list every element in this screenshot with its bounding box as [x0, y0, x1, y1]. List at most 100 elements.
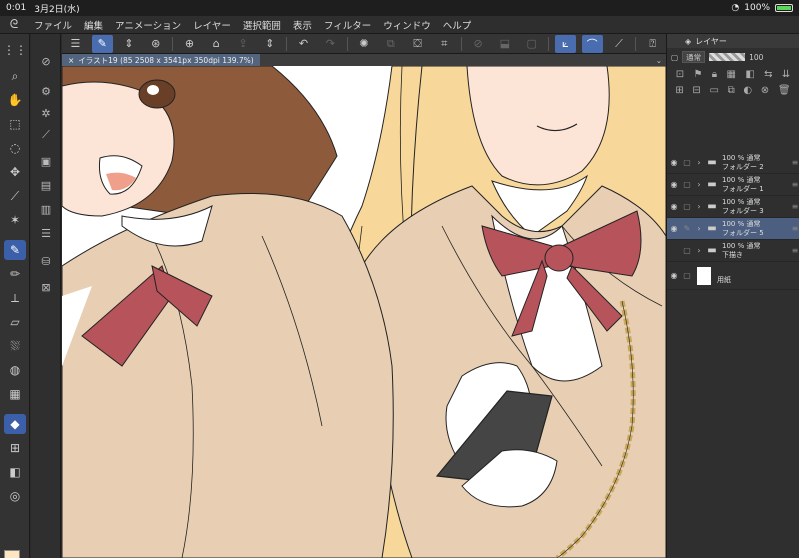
new-vector-layer-icon[interactable]: ⊟ [692, 85, 700, 96]
pattern-icon[interactable]: ▦ [4, 384, 26, 404]
selection-icon[interactable]: ▢ [521, 35, 542, 53]
brush-stroke-icon[interactable]: ⌒ [581, 34, 603, 53]
chevron-right-icon[interactable]: › [693, 180, 705, 189]
redo-icon[interactable]: ↷ [320, 35, 341, 53]
straight-line-icon[interactable]: ⟋ [609, 35, 630, 53]
subtool-list-icon[interactable]: ☰ [36, 224, 56, 242]
checkbox-icon[interactable]: ▢ [681, 202, 693, 211]
checkbox-icon[interactable]: ▢ [681, 158, 693, 167]
copy-icon[interactable]: ⧉ [380, 35, 401, 53]
drawing-canvas[interactable] [62, 66, 666, 558]
eye-icon[interactable]: ◉ [667, 271, 681, 280]
airbrush-icon[interactable]: ⛆ [4, 336, 26, 356]
reference-icon[interactable]: ⚑ [693, 69, 702, 80]
eye-icon[interactable]: ◉ [667, 224, 681, 233]
open-folder-icon[interactable]: ⌂ [206, 35, 227, 53]
pen-edit-icon[interactable]: ✎ [681, 224, 693, 233]
gradient-icon[interactable]: ◧ [4, 462, 26, 482]
fill-bucket-icon[interactable]: ⛋ [407, 35, 428, 53]
menu-layer[interactable]: レイヤー [187, 18, 237, 32]
lasso-icon[interactable]: ◌ [4, 138, 26, 158]
pen-icon[interactable]: ✎ [4, 240, 26, 260]
pencil-icon[interactable]: ✏ [4, 264, 26, 284]
eye-icon[interactable]: ◉ [667, 202, 681, 211]
deselect-icon[interactable]: ⊘ [468, 35, 489, 53]
drag-handle-icon[interactable]: ≡ [790, 180, 799, 189]
layer-row-folder-5[interactable]: ◉ ✎ › ▬ 100 % 通常 フォルダー 5 ≡ [667, 218, 799, 240]
menu-help[interactable]: ヘルプ [437, 18, 478, 32]
undo-icon[interactable]: ↶ [293, 35, 314, 53]
move-icon[interactable]: ✥ [4, 162, 26, 182]
eyedropper-icon[interactable]: ⟋ [4, 186, 26, 206]
edit-tool-icon[interactable]: ✎ [91, 34, 113, 53]
ruler-icon[interactable]: ⟀ [554, 34, 576, 53]
blend-toggle-icon[interactable]: ▢ [671, 53, 678, 62]
subtool-material-icon[interactable]: ⛁ [36, 252, 56, 270]
menu-file[interactable]: ファイル [28, 18, 78, 32]
layer-row-folder-1[interactable]: ◉ ▢ › ▬ 100 % 通常 フォルダー 1 ≡ [667, 174, 799, 196]
layer-row-folder-2[interactable]: ◉ ▢ › ▬ 100 % 通常 フォルダー 2 ≡ [667, 152, 799, 174]
brush-icon[interactable]: ⟂ [4, 288, 26, 308]
main-color-swatch[interactable] [4, 550, 20, 558]
layer-row-sketch[interactable]: ▢ › ▬ 100 % 通常 下描き ≡ [667, 240, 799, 262]
mask-icon[interactable]: ◧ [745, 69, 754, 80]
sparkle-icon[interactable]: ✶ [4, 210, 26, 230]
subtool-brush-icon[interactable]: ⟋ [36, 126, 56, 144]
subtool-settings-icon[interactable]: ⚙ [36, 82, 56, 100]
collapse-icon[interactable]: ⋮⋮ [3, 40, 27, 60]
checkbox-icon[interactable]: ▢ [681, 246, 693, 255]
select-icon[interactable]: ⬚ [4, 114, 26, 134]
chevron-down-icon[interactable]: ⌄ [656, 56, 662, 65]
eye-icon[interactable]: ◉ [667, 180, 681, 189]
menu-animation[interactable]: アニメーション [109, 18, 187, 32]
layer-row-paper[interactable]: ◉ ▢ 用紙 [667, 262, 799, 290]
lock-icon[interactable]: 🔒︎ [712, 69, 717, 80]
zoom-icon[interactable]: ⌕ [4, 66, 26, 86]
drag-handle-icon[interactable]: ≡ [790, 202, 799, 211]
checkbox-icon[interactable]: ▢ [681, 271, 693, 280]
close-tab-icon[interactable]: × [68, 56, 74, 65]
hand-icon[interactable]: ✋ [4, 90, 26, 110]
subtool-gear-icon[interactable]: ✲ [36, 104, 56, 122]
blend-mode-select[interactable]: 通常 [682, 51, 706, 63]
new-folder-icon[interactable]: ▭ [709, 85, 718, 96]
chevron-right-icon[interactable]: › [693, 224, 705, 233]
layer-row-folder-3[interactable]: ◉ ▢ › ▬ 100 % 通常 フォルダー 3 ≡ [667, 196, 799, 218]
subtool-close-icon[interactable]: ⊠ [36, 278, 56, 296]
subtool-pen-icon[interactable]: ⊘ [36, 52, 56, 70]
menu-window[interactable]: ウィンドウ [377, 18, 437, 32]
checkbox-icon[interactable]: ▢ [681, 180, 693, 189]
drag-handle-icon[interactable]: ≡ [790, 158, 799, 167]
menu-edit[interactable]: 編集 [78, 18, 109, 32]
save-icon[interactable]: ⇪ [233, 35, 254, 53]
chevron-right-icon[interactable]: › [693, 246, 705, 255]
mask-layer-icon[interactable]: ◐ [743, 85, 752, 96]
lock-alpha-icon[interactable]: ▦ [727, 69, 736, 80]
blend-icon[interactable]: ◍ [4, 360, 26, 380]
subtool-layer-icon[interactable]: ▣ [36, 152, 56, 170]
clip-icon[interactable]: ⊡ [676, 69, 684, 80]
menu-toggle-icon[interactable]: ☰ [65, 35, 86, 53]
eye-icon[interactable]: ◉ [667, 158, 681, 167]
loading-icon[interactable]: ✺ [354, 35, 375, 53]
drag-handle-icon[interactable]: ≡ [790, 224, 799, 233]
transform-icon[interactable]: ⌗ [434, 35, 455, 53]
menu-selection[interactable]: 選択範囲 [237, 18, 287, 32]
opacity-slider[interactable] [709, 53, 746, 61]
chevron-right-icon[interactable]: › [693, 158, 705, 167]
drag-handle-icon[interactable]: ≡ [790, 246, 799, 255]
menu-view[interactable]: 表示 [287, 18, 318, 32]
sync-icon[interactable]: ⊛ [145, 35, 166, 53]
new-raster-layer-icon[interactable]: ⊞ [675, 85, 683, 96]
invert-icon[interactable]: ⬓ [494, 35, 515, 53]
transfer-icon[interactable]: ⇆ [764, 69, 772, 80]
stepper2-icon[interactable]: ⇕ [259, 35, 280, 53]
subtool-navigator-icon[interactable]: ▤ [36, 176, 56, 194]
subtool-panel-icon[interactable]: ▥ [36, 200, 56, 218]
spiral-icon[interactable]: ◎ [4, 486, 26, 506]
opacity-value[interactable]: 100 [749, 53, 763, 62]
document-tab[interactable]: × イラスト19 (85 2508 x 3541px 350dpi 139.7%… [62, 54, 260, 66]
chevron-right-icon[interactable]: › [693, 202, 705, 211]
app-logo-icon[interactable]: ᘓ [0, 17, 28, 32]
new-icon[interactable]: ⊕ [179, 35, 200, 53]
